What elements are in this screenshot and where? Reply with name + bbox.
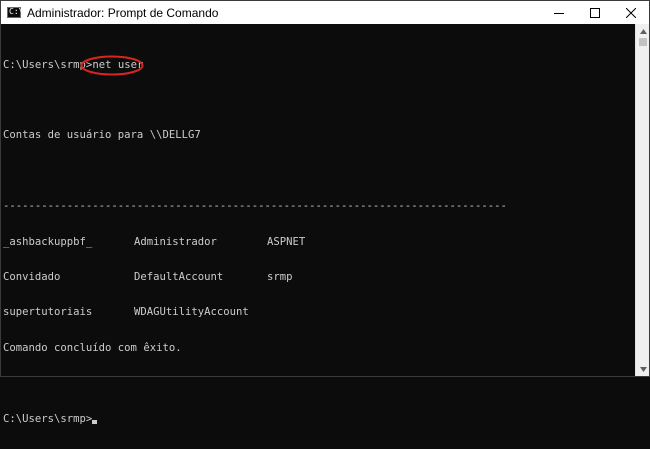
prompt-path: C:\Users\srmp xyxy=(3,58,86,71)
cmd-icon-glyph: C:\ xyxy=(9,7,24,16)
chevron-up-icon xyxy=(639,28,647,34)
account-name: Convidado xyxy=(3,270,61,283)
command-highlight: >net user xyxy=(80,55,144,76)
text-cursor xyxy=(92,419,98,424)
scroll-up-button[interactable] xyxy=(636,24,650,38)
scroll-down-button[interactable] xyxy=(636,362,650,376)
account-name: srmp xyxy=(267,270,293,283)
window-title: Administrador: Prompt de Comando xyxy=(27,5,219,20)
minimize-icon xyxy=(554,12,564,14)
account-row: Convidado DefaultAccount srmp xyxy=(3,270,636,284)
account-name: supertutoriais xyxy=(3,306,93,319)
close-button[interactable] xyxy=(613,1,649,24)
maximize-icon xyxy=(590,7,600,18)
console-output[interactable]: C:\Users\srmp>net user Contas de usuário… xyxy=(1,24,636,424)
account-name: Administrador xyxy=(134,235,217,248)
account-name: WDAGUtilityAccount xyxy=(134,306,249,319)
command-prompt-window: C:\ Administrador: Prompt de Comando C:\… xyxy=(0,0,650,424)
command-line: C:\Users\srmp>net user xyxy=(3,55,636,76)
title-bar[interactable]: C:\ Administrador: Prompt de Comando xyxy=(1,1,649,24)
maximize-button[interactable] xyxy=(577,1,613,24)
account-row: supertutoriais WDAGUtilityAccount xyxy=(3,307,636,319)
account-row: _ashbackuppbf_ Administrador ASPNET xyxy=(3,235,636,249)
chevron-down-icon xyxy=(639,366,647,372)
close-icon xyxy=(626,7,636,18)
current-prompt: C:\Users\srmp> xyxy=(3,412,93,425)
separator-line: ----------------------------------------… xyxy=(3,200,507,213)
current-prompt-line[interactable]: C:\Users\srmp> xyxy=(3,412,636,426)
typed-command: net user xyxy=(92,58,144,71)
account-name: _ashbackuppbf_ xyxy=(3,235,93,248)
scroll-thumb[interactable] xyxy=(639,38,647,46)
minimize-button[interactable] xyxy=(541,1,577,24)
cmd-icon[interactable]: C:\ xyxy=(7,7,24,18)
completion-message: Comando concluído com êxito. xyxy=(3,341,182,354)
vertical-scrollbar[interactable] xyxy=(635,24,649,376)
account-name: DefaultAccount xyxy=(134,270,224,283)
accounts-header: Contas de usuário para \\DELLG7 xyxy=(3,129,201,142)
account-name: ASPNET xyxy=(267,235,306,248)
